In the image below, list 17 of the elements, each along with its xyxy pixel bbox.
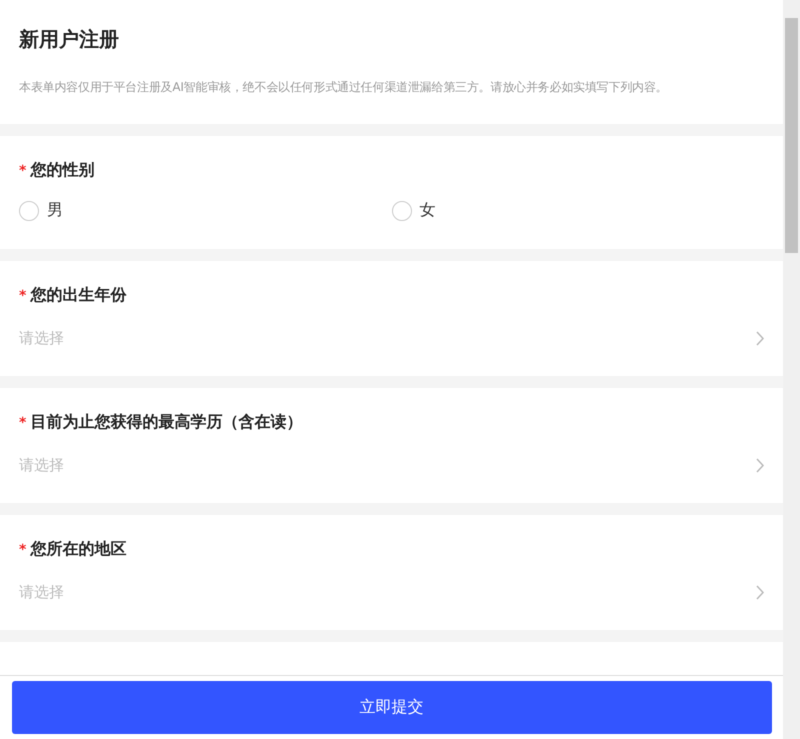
radio-option[interactable]: 女 <box>392 200 764 221</box>
privacy-notice: 本表单内容仅用于平台注册及AI智能审核，绝不会以任何形式通过任何渠道泄漏给第三方。请放心并务必如实填写下列内容。 <box>19 79 669 96</box>
question-label: 您所在的地区 <box>30 539 126 560</box>
required-asterisk: * <box>19 414 26 430</box>
scrollbar[interactable] <box>783 0 800 739</box>
question-label: 目前为止您获得的最高学历（含在读） <box>30 412 302 433</box>
submit-button[interactable]: 立即提交 <box>12 681 772 734</box>
chevron-right-icon <box>756 331 764 346</box>
chevron-right-icon <box>756 458 764 473</box>
question-label: 您的性别 <box>30 160 94 181</box>
radio-option[interactable]: 男 <box>19 200 392 221</box>
chevron-right-icon <box>756 585 764 600</box>
form-title: 新用户注册 <box>19 26 120 53</box>
required-asterisk: * <box>19 288 26 304</box>
required-asterisk: * <box>19 542 26 558</box>
required-asterisk: * <box>19 162 26 178</box>
question-label: 您的出生年份 <box>30 285 126 306</box>
